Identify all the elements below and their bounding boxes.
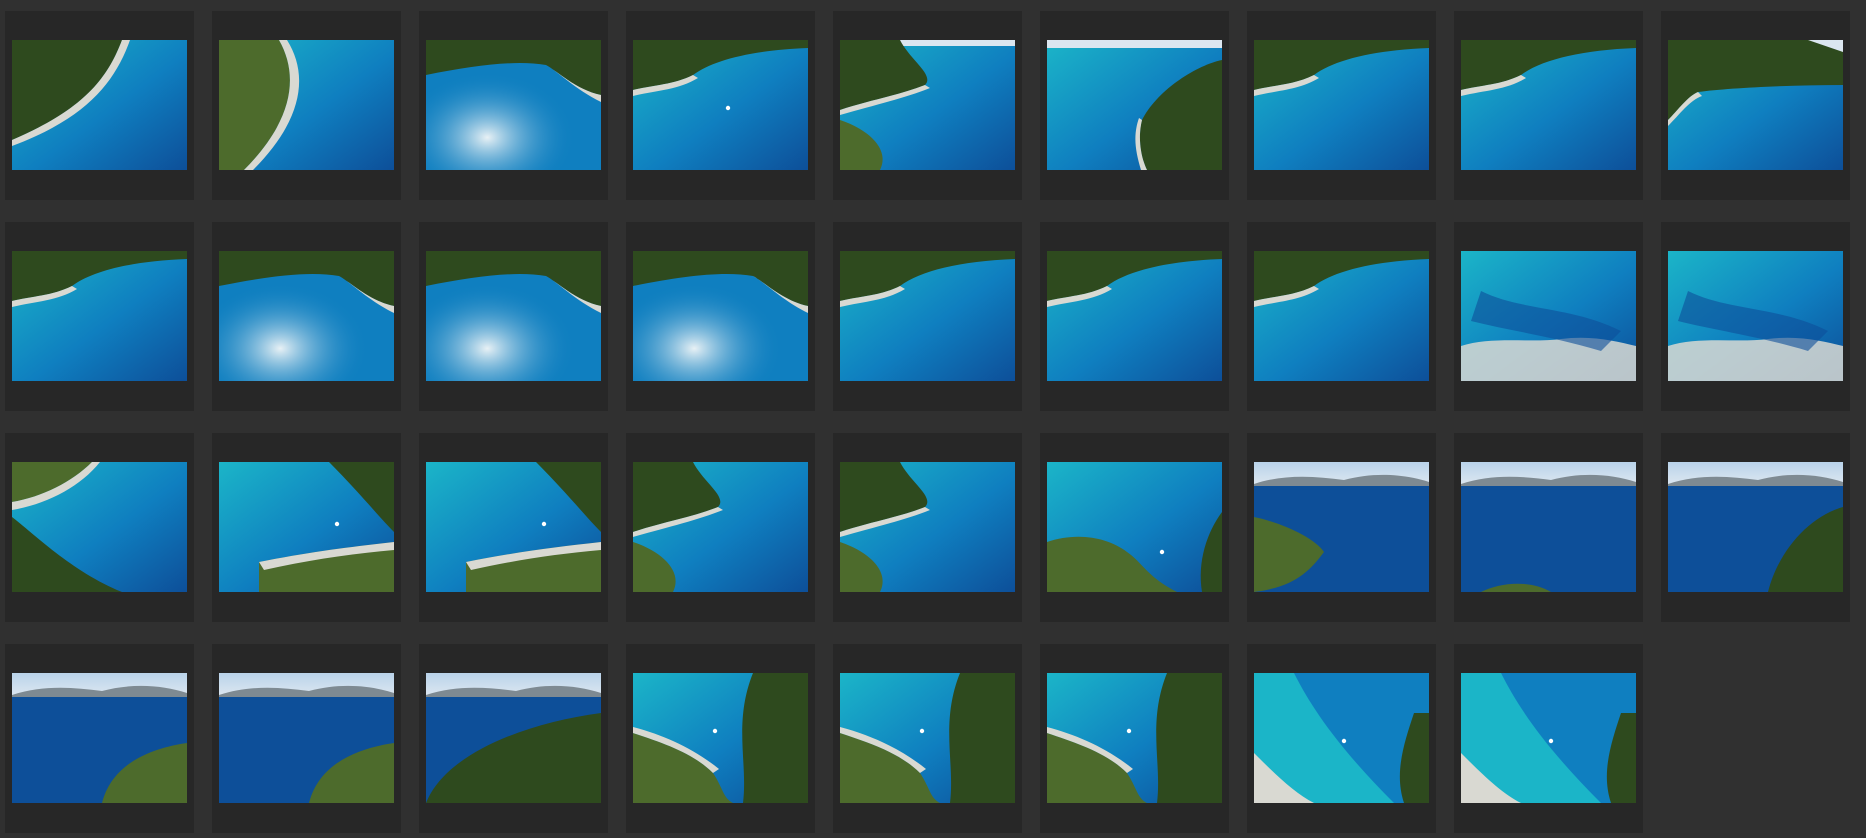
photo-thumbnail[interactable]: [633, 40, 808, 170]
photo-thumbnail[interactable]: [1047, 40, 1222, 170]
thumbnail-cell[interactable]: [1040, 11, 1229, 200]
photo-thumbnail[interactable]: [219, 40, 394, 170]
thumbnail-cell[interactable]: [1040, 433, 1229, 622]
photo-thumbnail[interactable]: [1254, 251, 1429, 381]
thumbnail-cell[interactable]: [1247, 11, 1436, 200]
photo-thumbnail[interactable]: [12, 251, 187, 381]
photo-thumbnail[interactable]: [1461, 462, 1636, 592]
thumbnail-grid: [5, 11, 1850, 833]
thumbnail-cell[interactable]: [626, 222, 815, 411]
photo-thumbnail[interactable]: [633, 462, 808, 592]
photo-thumbnail[interactable]: [1668, 40, 1843, 170]
photo-thumbnail[interactable]: [12, 40, 187, 170]
thumbnail-cell[interactable]: [419, 433, 608, 622]
photo-thumbnail[interactable]: [1461, 673, 1636, 803]
photo-thumbnail[interactable]: [1047, 251, 1222, 381]
thumbnail-cell[interactable]: [1247, 433, 1436, 622]
thumbnail-cell[interactable]: [626, 11, 815, 200]
photo-thumbnail[interactable]: [1461, 251, 1636, 381]
thumbnail-cell[interactable]: [419, 644, 608, 833]
photo-thumbnail[interactable]: [219, 462, 394, 592]
thumbnail-cell[interactable]: [1661, 11, 1850, 200]
thumbnail-cell[interactable]: [1454, 644, 1643, 833]
thumbnail-cell[interactable]: [1454, 11, 1643, 200]
thumbnail-cell[interactable]: [212, 433, 401, 622]
photo-thumbnail[interactable]: [12, 673, 187, 803]
photo-thumbnail[interactable]: [840, 251, 1015, 381]
thumbnail-cell[interactable]: [419, 222, 608, 411]
thumbnail-cell[interactable]: [419, 11, 608, 200]
photo-thumbnail[interactable]: [1461, 40, 1636, 170]
photo-thumbnail[interactable]: [633, 673, 808, 803]
photo-thumbnail[interactable]: [1668, 462, 1843, 592]
photo-thumbnail[interactable]: [426, 673, 601, 803]
thumbnail-cell[interactable]: [1040, 644, 1229, 833]
thumbnail-cell[interactable]: [833, 433, 1022, 622]
thumbnail-cell[interactable]: [1454, 222, 1643, 411]
thumbnail-cell[interactable]: [626, 433, 815, 622]
thumbnail-cell[interactable]: [5, 433, 194, 622]
thumbnail-cell[interactable]: [5, 222, 194, 411]
thumbnail-cell[interactable]: [212, 11, 401, 200]
thumbnail-cell[interactable]: [833, 644, 1022, 833]
thumbnail-cell[interactable]: [1040, 222, 1229, 411]
thumbnail-cell[interactable]: [626, 644, 815, 833]
thumbnail-cell[interactable]: [1661, 222, 1850, 411]
photo-thumbnail[interactable]: [12, 462, 187, 592]
thumbnail-cell[interactable]: [212, 644, 401, 833]
thumbnail-cell[interactable]: [1661, 433, 1850, 622]
photo-thumbnail[interactable]: [840, 462, 1015, 592]
photo-thumbnail[interactable]: [1254, 462, 1429, 592]
photo-thumbnail[interactable]: [426, 40, 601, 170]
photo-thumbnail[interactable]: [426, 462, 601, 592]
photo-thumbnail[interactable]: [633, 251, 808, 381]
thumbnail-cell[interactable]: [1454, 433, 1643, 622]
photo-thumbnail[interactable]: [1254, 673, 1429, 803]
thumbnail-cell[interactable]: [5, 644, 194, 833]
thumbnail-cell[interactable]: [833, 11, 1022, 200]
photo-thumbnail[interactable]: [840, 40, 1015, 170]
photo-thumbnail[interactable]: [219, 251, 394, 381]
photo-thumbnail[interactable]: [1047, 673, 1222, 803]
photo-thumbnail[interactable]: [426, 251, 601, 381]
photo-thumbnail[interactable]: [1254, 40, 1429, 170]
photo-thumbnail[interactable]: [840, 673, 1015, 803]
thumbnail-cell[interactable]: [1247, 222, 1436, 411]
thumbnail-cell[interactable]: [212, 222, 401, 411]
thumbnail-cell[interactable]: [1247, 644, 1436, 833]
thumbnail-cell[interactable]: [5, 11, 194, 200]
photo-thumbnail[interactable]: [1047, 462, 1222, 592]
photo-thumbnail[interactable]: [1668, 251, 1843, 381]
photo-thumbnail[interactable]: [219, 673, 394, 803]
thumbnail-cell[interactable]: [833, 222, 1022, 411]
